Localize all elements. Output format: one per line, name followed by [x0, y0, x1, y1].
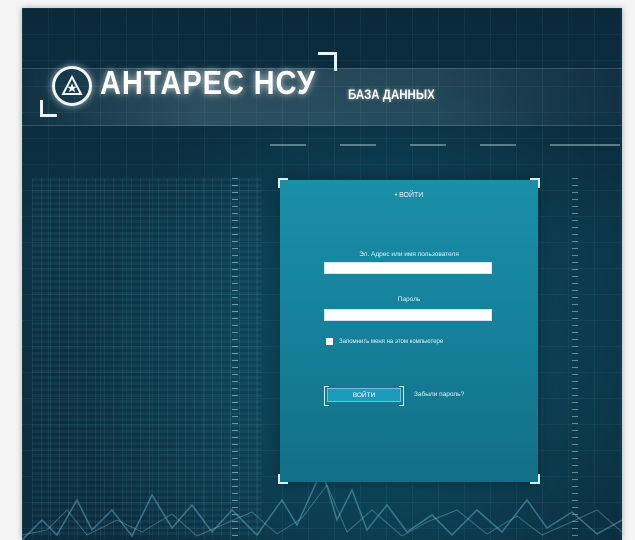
login-title: • ВОЙТИ	[394, 192, 424, 199]
username-input[interactable]	[324, 262, 492, 274]
panel-corner	[278, 474, 288, 484]
logo-bracket-top-right	[318, 52, 337, 71]
password-input[interactable]	[324, 309, 492, 321]
panel-corner	[530, 474, 540, 484]
divider-dash	[410, 144, 446, 146]
divider-dash	[340, 144, 376, 146]
forgot-password-link[interactable]: Забыли пароль?	[414, 391, 464, 398]
star-emblem-icon	[52, 66, 92, 106]
panel-corner	[278, 178, 288, 188]
username-label: Эл. Адрес или имя пользователя	[359, 251, 459, 258]
panel-corner	[530, 178, 540, 188]
remember-checkbox[interactable]	[326, 338, 333, 345]
divider-dash	[480, 144, 516, 146]
divider-dash	[550, 144, 620, 146]
screenshot-frame: АНТАРЕС НСУ БАЗА ДАННЫХ • ВОЙТИ Эл. Адре…	[0, 0, 635, 540]
brand-subtitle: БАЗА ДАННЫХ	[348, 86, 435, 102]
remember-label: Запомнить меня на этом компьютере	[339, 338, 444, 345]
brand-title: АНТАРЕС НСУ	[100, 64, 316, 101]
login-button[interactable]: ВОЙТИ	[327, 388, 401, 402]
logo-bracket-bottom-left	[40, 100, 57, 117]
divider-dash	[270, 144, 306, 146]
remember-me[interactable]: Запомнить меня на этом компьютере	[326, 338, 443, 345]
password-label: Пароль	[397, 296, 421, 303]
login-panel: • ВОЙТИ Эл. Адрес или имя пользователя П…	[278, 178, 540, 484]
button-bracket-right	[399, 386, 404, 406]
